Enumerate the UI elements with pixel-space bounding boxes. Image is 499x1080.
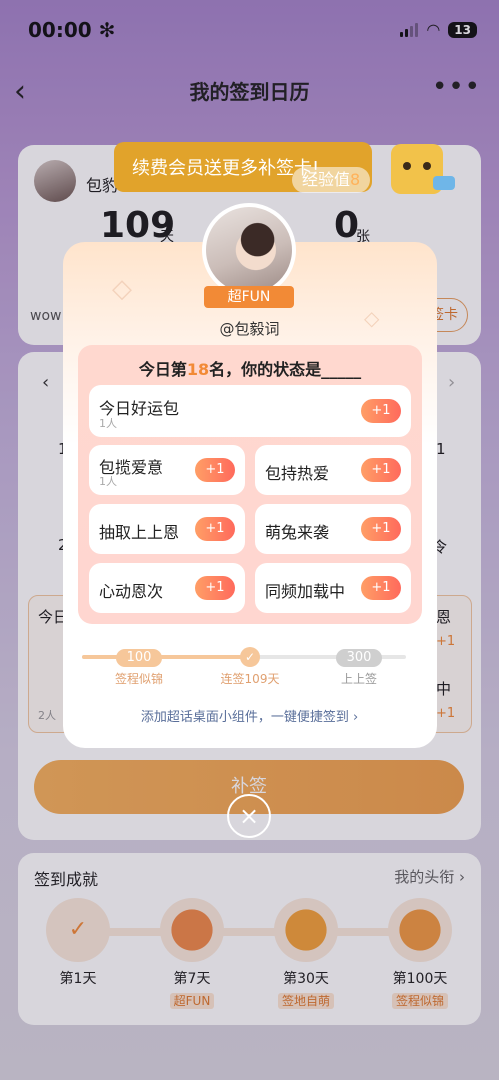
exp-pill: 经验值8 xyxy=(292,167,371,193)
status-option[interactable]: 抽取上上恩 +1 xyxy=(89,504,245,554)
status-option[interactable]: 包持热爱 +1 xyxy=(255,445,411,495)
plus-one-button[interactable]: +1 xyxy=(361,399,401,423)
milestone-caption: 上上签 xyxy=(340,672,377,686)
status-option[interactable]: 萌兔来袭 +1 xyxy=(255,504,411,554)
exp-label: 经验值 xyxy=(302,170,351,189)
status-option-label: 包持热爱 xyxy=(265,464,330,483)
status-option-label: 萌兔来袭 xyxy=(265,523,330,542)
plus-one-button[interactable]: +1 xyxy=(361,458,401,482)
status-option[interactable]: 心动恩次 +1 xyxy=(89,563,245,613)
status-option[interactable]: 同频加载中 +1 xyxy=(255,563,411,613)
milestone-caption: 签程似锦 xyxy=(114,672,163,686)
status-option-label: 同频加载中 xyxy=(265,582,346,601)
status-option-label: 抽取上上恩 xyxy=(99,523,180,542)
plus-one-button[interactable]: +1 xyxy=(195,517,235,541)
status-option-count: 1人 xyxy=(99,417,117,430)
add-widget-link[interactable]: 添加超话桌面小组件，一键便捷签到 › xyxy=(0,706,499,725)
mascot-image xyxy=(391,144,455,194)
status-option-count: 1人 xyxy=(99,475,117,488)
milestone-caption: 连签109天 xyxy=(220,672,280,686)
exp-value: 8 xyxy=(350,170,361,189)
user-handle: @包毅词 xyxy=(219,320,280,338)
plus-one-button[interactable]: +1 xyxy=(195,576,235,600)
status-option[interactable]: 今日好运包 1人 +1 xyxy=(89,385,411,437)
avatar xyxy=(202,203,296,297)
status-option[interactable]: 包揽爱意 1人 +1 xyxy=(89,445,245,495)
plus-one-button[interactable]: +1 xyxy=(361,576,401,600)
milestone-pill: 100天 xyxy=(116,649,162,683)
plus-one-button[interactable]: +1 xyxy=(361,517,401,541)
check-icon: ✓ xyxy=(240,647,260,667)
status-option-label: 心动恩次 xyxy=(99,582,164,601)
plus-one-button[interactable]: +1 xyxy=(195,458,235,482)
rank-number: 18 xyxy=(186,360,210,379)
diamond-icon: ◇ xyxy=(112,274,132,304)
title-badge: 超FUN xyxy=(204,286,294,308)
streak-track-fill xyxy=(82,655,250,659)
status-question: 今日第18名，你的状态是_____ xyxy=(138,360,362,379)
close-icon[interactable]: × xyxy=(227,794,271,838)
milestone-pill: 300天 xyxy=(336,649,382,683)
